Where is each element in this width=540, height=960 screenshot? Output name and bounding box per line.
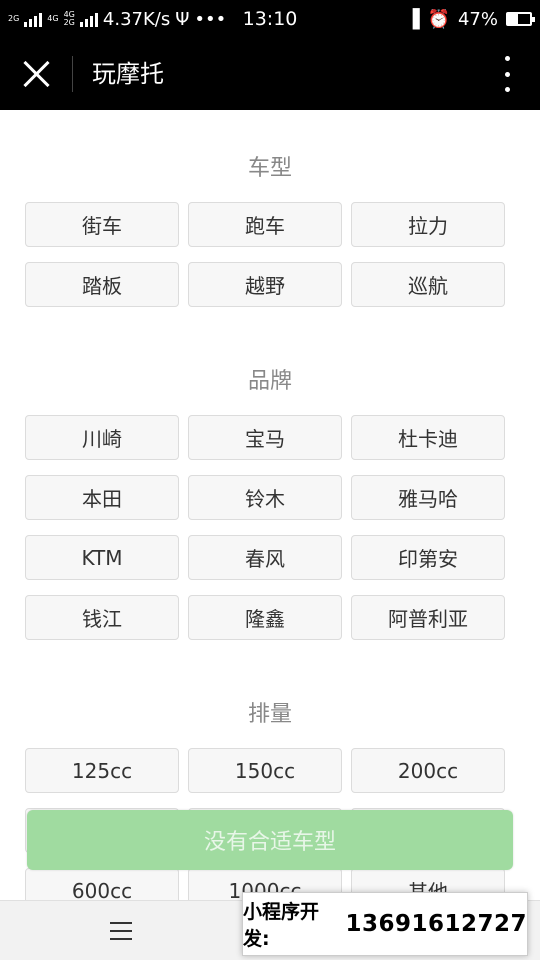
alarm-icon: ⏰ (427, 8, 450, 30)
status-right: ▐ ⏰ 47% (405, 8, 535, 30)
option-125cc[interactable]: 125cc (25, 748, 179, 793)
option-600cc[interactable]: 600cc (25, 868, 179, 900)
option-150cc[interactable]: 150cc (188, 748, 342, 793)
option-bmw[interactable]: 宝马 (188, 415, 342, 460)
page-title: 玩摩托 (92, 60, 164, 88)
menu-icon[interactable] (110, 922, 132, 940)
filter-content: 车型 街车 跑车 拉力 踏板 越野 巡航 品牌 川崎 宝马 杜卡迪 本田 铃木 … (0, 110, 540, 900)
dev-phone: 13691612727 (345, 911, 527, 937)
option-offroad[interactable]: 越野 (188, 262, 342, 307)
section-title-brand: 品牌 (247, 369, 292, 394)
section-title-displacement: 排量 (247, 702, 292, 727)
close-icon[interactable] (20, 58, 52, 90)
no-suitable-model-button[interactable]: 没有合适车型 (27, 810, 513, 870)
dev-label: 小程序开发: (243, 901, 320, 950)
more-options-icon[interactable] (500, 56, 514, 92)
option-ktm[interactable]: KTM (25, 535, 179, 580)
title-divider (72, 56, 73, 92)
brand-options: 川崎 宝马 杜卡迪 本田 铃木 雅马哈 KTM 春风 印第安 钱江 隆鑫 阿普利… (25, 415, 505, 640)
option-suzuki[interactable]: 铃木 (188, 475, 342, 520)
vibrate-icon: ▐ (405, 8, 420, 30)
option-scooter[interactable]: 踏板 (25, 262, 179, 307)
status-bar: 2G 4G 4G 2G 4.37K/s Ψ ••• 13:10 ▐ ⏰ 47% (0, 0, 540, 38)
option-loncin[interactable]: 隆鑫 (188, 595, 342, 640)
battery-percent: 47% (457, 8, 498, 30)
option-ducati[interactable]: 杜卡迪 (351, 415, 505, 460)
section-title-type: 车型 (247, 156, 292, 181)
option-rally[interactable]: 拉力 (351, 202, 505, 247)
battery-icon (506, 12, 535, 26)
option-200cc[interactable]: 200cc (351, 748, 505, 793)
option-kawasaki[interactable]: 川崎 (25, 415, 179, 460)
type-options: 街车 跑车 拉力 踏板 越野 巡航 (25, 202, 505, 307)
option-aprilia[interactable]: 阿普利亚 (351, 595, 505, 640)
developer-contact-badge: 小程序开发: 13691612727 (242, 892, 528, 956)
battery-fill (508, 14, 519, 24)
option-sport[interactable]: 跑车 (188, 202, 342, 247)
option-qianjiang[interactable]: 钱江 (25, 595, 179, 640)
option-cfmoto[interactable]: 春风 (188, 535, 342, 580)
option-indian[interactable]: 印第安 (351, 535, 505, 580)
option-cruiser[interactable]: 巡航 (351, 262, 505, 307)
option-street[interactable]: 街车 (25, 202, 179, 247)
option-yamaha[interactable]: 雅马哈 (351, 475, 505, 520)
title-bar: 玩摩托 (0, 38, 540, 110)
option-honda[interactable]: 本田 (25, 475, 179, 520)
